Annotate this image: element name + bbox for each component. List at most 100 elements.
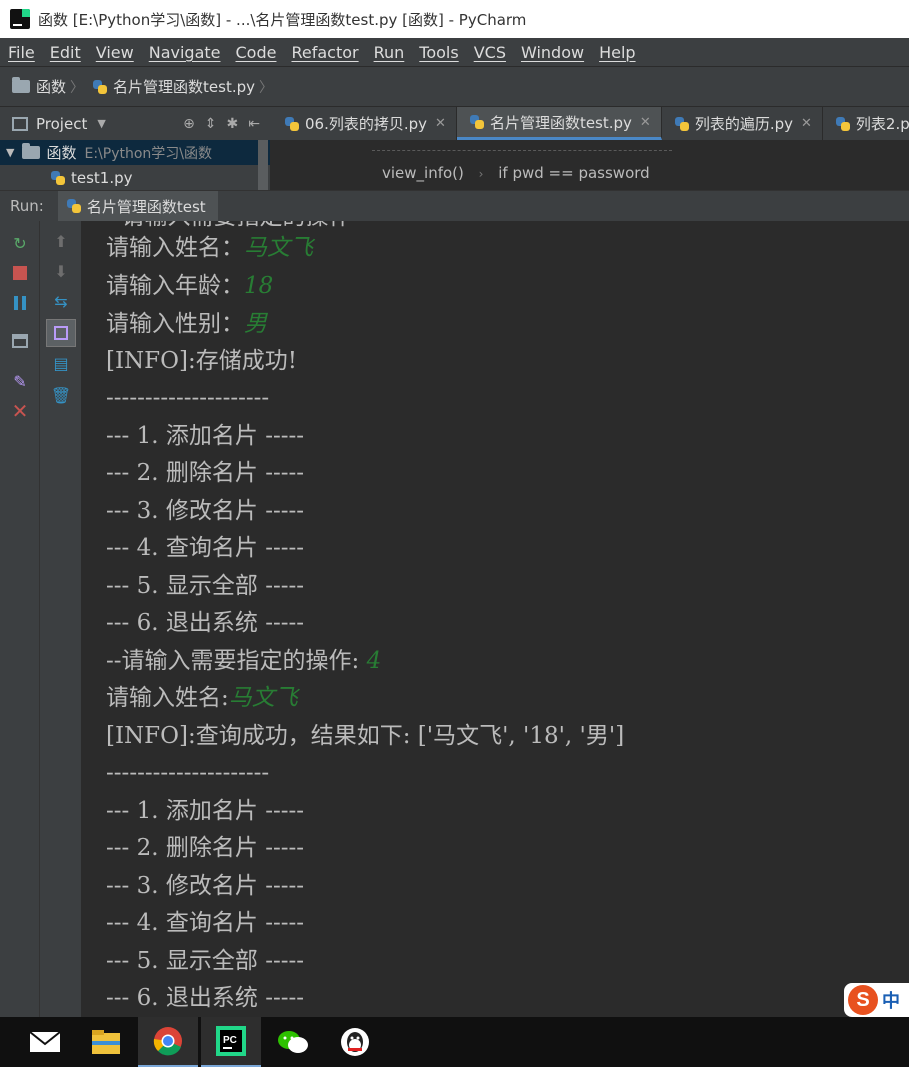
tab-label: 列表2.py (855, 115, 909, 133)
ime-indicator[interactable]: S 中 (844, 983, 909, 1017)
chevron-right-icon: 〉 (70, 79, 85, 96)
pause-icon[interactable] (10, 293, 30, 313)
nav-file-label: 名片管理函数test.py (113, 78, 255, 96)
close-icon[interactable]: ✕ (640, 115, 651, 130)
close-icon[interactable]: ✕ (801, 116, 812, 131)
rerun-icon[interactable]: ↻ (10, 233, 30, 253)
console-line: --- 1. 添加名片 ----- (106, 798, 305, 824)
nav-folder[interactable]: 函数 (12, 76, 66, 97)
console-line: --- 2. 删除名片 ----- (106, 460, 305, 486)
tree-item-label: 函数 (46, 144, 77, 162)
tree-item-label: test1.py (71, 168, 133, 187)
close-icon[interactable]: ✕ (435, 116, 446, 131)
window-title: 函数 [E:\Python学习\函数] - ...\名片管理函数test.py … (38, 10, 527, 29)
console-line: --- 4. 查询名片 ----- (106, 535, 305, 561)
chevron-right-icon: › (478, 167, 484, 181)
console-line: --- 6. 退出系统 ----- (106, 985, 305, 1011)
python-file-icon (835, 116, 851, 132)
menu-code[interactable]: Code (236, 43, 277, 62)
arrow-down-icon[interactable]: ⬇ (51, 261, 71, 281)
console-line: 请输入姓名:马文飞 (106, 685, 298, 711)
menu-edit[interactable]: Edit (50, 43, 81, 62)
run-toolbar-secondary: ⬆ ⬇ ⇆ ▤ 🗑 (40, 221, 82, 1017)
project-tree: ▼ 函数 E:\Python学习\函数 test1.py (0, 140, 270, 190)
pin-icon[interactable]: ✎ (10, 371, 30, 391)
locate-icon[interactable]: ⊕ (183, 116, 195, 132)
console-line: --请输入需要指定的操作: 4 (106, 648, 382, 674)
tab-label: 名片管理函数test.py (489, 113, 632, 132)
taskbar-qq[interactable] (325, 1017, 385, 1067)
collapse-icon[interactable]: ⇕ (205, 116, 217, 132)
hide-panel-icon[interactable]: ⇤ (248, 116, 260, 132)
tab-card-manager[interactable]: 名片管理函数test.py ✕ (456, 107, 662, 140)
console-clipped-line: --请输入需要指定的操作 (106, 221, 352, 232)
menu-run[interactable]: Run (374, 43, 405, 62)
expand-arrow-icon[interactable]: ▼ (6, 146, 14, 159)
menu-vcs[interactable]: VCS (474, 43, 506, 62)
nav-file[interactable]: 名片管理函数test.py (92, 76, 255, 97)
taskbar-chrome[interactable] (138, 1017, 198, 1067)
trash-icon[interactable]: 🗑 (51, 385, 71, 405)
close-icon[interactable]: ✕ (10, 399, 30, 423)
menu-navigate[interactable]: Navigate (149, 43, 221, 62)
print-icon[interactable]: ▤ (51, 353, 71, 373)
console-line: 请输入性别：男 (106, 311, 267, 337)
svg-text:PC: PC (223, 1035, 237, 1046)
python-file-icon (284, 116, 300, 132)
project-panel-header[interactable]: Project ▼ ⊕ ⇕ ✱ ⇤ (0, 107, 270, 140)
tree-item-test1[interactable]: test1.py (0, 165, 270, 190)
console-line: 请输入姓名：马文飞 (106, 235, 313, 261)
menu-bar: File Edit View Navigate Code Refactor Ru… (0, 38, 909, 66)
breadcrumb-function[interactable]: view_info() (382, 164, 464, 182)
folder-icon (22, 143, 41, 159)
layout-icon[interactable] (10, 331, 30, 351)
tab-list-iterate[interactable]: 列表的遍历.py ✕ (662, 107, 823, 140)
console-line: [INFO]:存储成功! (106, 348, 297, 374)
console-line: --- 3. 修改名片 ----- (106, 498, 305, 524)
tree-scrollbar[interactable] (258, 140, 268, 190)
pycharm-icon: PC (216, 1026, 246, 1056)
arrow-up-icon[interactable]: ⬆ (51, 231, 71, 251)
taskbar-pycharm[interactable]: PC (201, 1017, 261, 1067)
editor-tabs: 06.列表的拷贝.py ✕ 名片管理函数test.py ✕ 列表的遍历.py ✕… (272, 107, 909, 140)
tree-item-root-folder[interactable]: ▼ 函数 E:\Python学习\函数 (0, 140, 270, 165)
run-config-tab[interactable]: 名片管理函数test (57, 190, 218, 222)
menu-view[interactable]: View (96, 43, 134, 62)
menu-file[interactable]: File (8, 43, 35, 62)
taskbar-mail[interactable] (15, 1017, 75, 1067)
console-line: --- 6. 退出系统 ----- (106, 610, 305, 636)
project-panel-label: Project (36, 114, 88, 133)
menu-tools[interactable]: Tools (419, 43, 458, 62)
taskbar-wechat[interactable] (263, 1017, 323, 1067)
run-label: Run: (10, 197, 44, 215)
tab-label: 列表的遍历.py (694, 115, 793, 133)
menu-refactor[interactable]: Refactor (291, 43, 358, 62)
console-line: --- 5. 显示全部 ----- (106, 948, 305, 974)
soft-wrap-icon[interactable]: ⇆ (51, 291, 71, 311)
breadcrumb-condition[interactable]: if pwd == password (498, 164, 649, 182)
stop-icon[interactable] (10, 263, 30, 283)
project-icon (12, 116, 28, 131)
python-file-icon (92, 79, 108, 95)
editor-breadcrumb: view_info() › if pwd == password (382, 164, 650, 182)
ime-mode: 中 (882, 991, 900, 1012)
windows-taskbar: PC (0, 1017, 909, 1067)
scroll-to-end-icon[interactable] (46, 319, 76, 347)
menu-window[interactable]: Window (521, 43, 584, 62)
tool-header-row: Project ▼ ⊕ ⇕ ✱ ⇤ 06.列表的拷贝.py ✕ 名片管理函数te… (0, 106, 909, 140)
sogou-logo-icon: S (848, 985, 878, 1015)
tab-list-copy[interactable]: 06.列表的拷贝.py ✕ (272, 107, 457, 140)
python-file-icon (50, 170, 66, 186)
menu-help[interactable]: Help (599, 43, 635, 62)
console-line: --- 5. 显示全部 ----- (106, 573, 305, 599)
tab-list2[interactable]: 列表2.py (823, 107, 909, 140)
run-console[interactable]: --请输入需要指定的操作 请输入姓名：马文飞 请输入年龄：18 请输入性别：男 … (82, 221, 909, 1017)
console-line: [INFO]:查询成功，结果如下: ['马文飞', '18', '男'] (106, 723, 625, 749)
chevron-down-icon[interactable]: ▼ (97, 117, 105, 130)
gear-icon[interactable]: ✱ (227, 116, 239, 132)
code-editor[interactable]: view_info() › if pwd == password (272, 140, 909, 190)
chrome-icon (153, 1027, 182, 1056)
taskbar-explorer[interactable] (76, 1017, 136, 1067)
console-line: --- 4. 查询名片 ----- (106, 910, 305, 936)
file-explorer-icon (92, 1030, 120, 1054)
